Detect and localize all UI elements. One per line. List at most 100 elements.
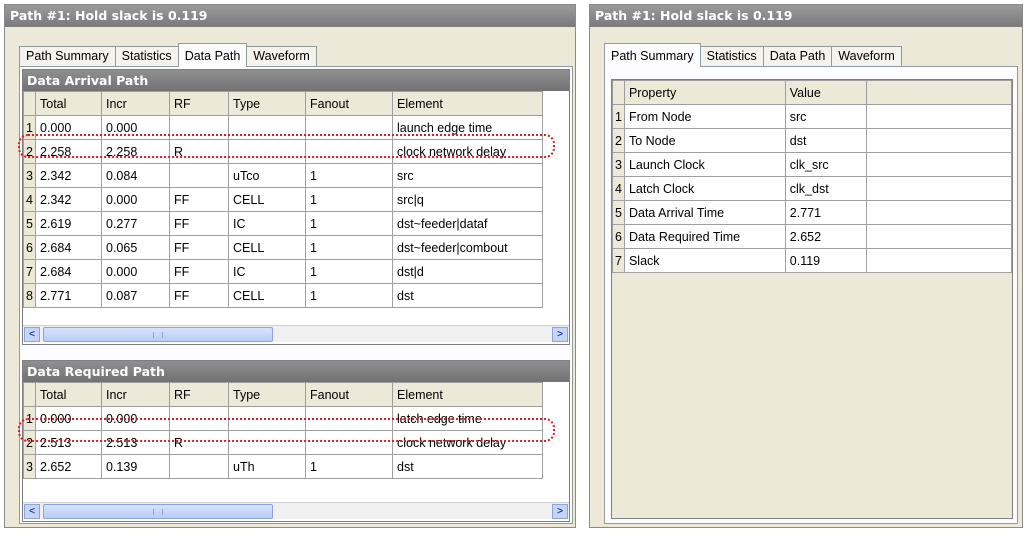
column-header-element[interactable]: Element: [392, 382, 543, 407]
incr-cell[interactable]: 0.139: [101, 454, 170, 479]
property-cell[interactable]: To Node: [623, 128, 786, 153]
scroll-right-button[interactable]: >: [552, 327, 568, 342]
type-cell[interactable]: IC: [228, 211, 306, 236]
incr-cell[interactable]: 0.000: [101, 187, 170, 212]
table-row[interactable]: 3 2.342 0.084 uTco 1 src: [23, 163, 543, 188]
element-cell[interactable]: src|q: [392, 187, 543, 212]
column-header-rf[interactable]: RF: [169, 91, 229, 116]
column-header-value[interactable]: Value: [784, 80, 867, 105]
tab-waveform[interactable]: Waveform: [831, 46, 902, 67]
table-row[interactable]: 1 From Node src: [612, 104, 1013, 129]
value-cell[interactable]: 2.771: [784, 200, 867, 225]
type-cell[interactable]: CELL: [228, 187, 306, 212]
type-cell[interactable]: CELL: [228, 283, 306, 308]
scroll-left-button[interactable]: <: [24, 327, 40, 342]
column-header-element[interactable]: Element: [392, 91, 543, 116]
fanout-cell[interactable]: 1: [305, 163, 393, 188]
rf-cell[interactable]: FF: [169, 187, 229, 212]
value-cell[interactable]: clk_dst: [784, 176, 867, 201]
column-header-property[interactable]: Property: [623, 80, 786, 105]
total-cell[interactable]: 2.684: [35, 235, 102, 260]
value-cell[interactable]: 0.119: [784, 248, 867, 273]
tab-statistics[interactable]: Statistics: [699, 46, 764, 67]
property-cell[interactable]: Data Arrival Time: [623, 200, 786, 225]
rf-cell[interactable]: FF: [169, 235, 229, 260]
table-row[interactable]: 3 Launch Clock clk_src: [612, 152, 1013, 177]
value-cell[interactable]: src: [784, 104, 867, 129]
total-cell[interactable]: 2.684: [35, 259, 102, 284]
incr-cell[interactable]: 0.000: [101, 259, 170, 284]
scroll-right-button[interactable]: >: [552, 504, 568, 519]
column-header-incr[interactable]: Incr: [101, 382, 170, 407]
column-header-type[interactable]: Type: [228, 91, 306, 116]
property-cell[interactable]: From Node: [623, 104, 786, 129]
fanout-cell[interactable]: 1: [305, 235, 393, 260]
table-row[interactable]: 7 Slack 0.119: [612, 248, 1013, 273]
type-cell[interactable]: CELL: [228, 235, 306, 260]
value-cell[interactable]: 2.652: [784, 224, 867, 249]
tab-statistics[interactable]: Statistics: [114, 46, 179, 67]
tab-data-path[interactable]: Data Path: [177, 43, 248, 67]
property-cell[interactable]: Slack: [623, 248, 786, 273]
fanout-cell[interactable]: 1: [305, 259, 393, 284]
scroll-thumb[interactable]: [43, 327, 273, 342]
column-header-rf[interactable]: RF: [169, 382, 229, 407]
column-header-fanout[interactable]: Fanout: [305, 382, 393, 407]
rf-cell[interactable]: [169, 454, 229, 479]
fanout-cell[interactable]: 1: [305, 454, 393, 479]
type-cell[interactable]: IC: [228, 259, 306, 284]
incr-cell[interactable]: 0.277: [101, 211, 170, 236]
tab-path-summary[interactable]: Path Summary: [604, 43, 701, 67]
total-cell[interactable]: 2.342: [35, 187, 102, 212]
column-header-incr[interactable]: Incr: [101, 91, 170, 116]
element-cell[interactable]: dst~feeder|combout: [392, 235, 543, 260]
table-row[interactable]: 5 Data Arrival Time 2.771: [612, 200, 1013, 225]
fanout-cell[interactable]: 1: [305, 187, 393, 212]
type-cell[interactable]: uTh: [228, 454, 306, 479]
table-row[interactable]: 2 To Node dst: [612, 128, 1013, 153]
scroll-left-button[interactable]: <: [24, 504, 40, 519]
total-cell[interactable]: 2.342: [35, 163, 102, 188]
tab-waveform[interactable]: Waveform: [246, 46, 317, 67]
table-row[interactable]: 4 2.342 0.000 FF CELL 1 src|q: [23, 187, 543, 212]
element-cell[interactable]: dst: [392, 283, 543, 308]
table-row[interactable]: 3 2.652 0.139 uTh 1 dst: [23, 454, 543, 479]
value-cell[interactable]: clk_src: [784, 152, 867, 177]
total-cell[interactable]: 2.619: [35, 211, 102, 236]
column-header-fanout[interactable]: Fanout: [305, 91, 393, 116]
tab-path-summary[interactable]: Path Summary: [19, 46, 116, 67]
table-row[interactable]: 4 Latch Clock clk_dst: [612, 176, 1013, 201]
incr-cell[interactable]: 0.065: [101, 235, 170, 260]
data-required-hscrollbar[interactable]: < >: [23, 502, 569, 519]
rf-cell[interactable]: FF: [169, 283, 229, 308]
total-cell[interactable]: 2.771: [35, 283, 102, 308]
fanout-cell[interactable]: 1: [305, 283, 393, 308]
element-cell[interactable]: dst|d: [392, 259, 543, 284]
element-cell[interactable]: src: [392, 163, 543, 188]
scroll-thumb[interactable]: [43, 504, 273, 519]
data-arrival-hscrollbar[interactable]: < >: [23, 325, 569, 342]
total-cell[interactable]: 2.652: [35, 454, 102, 479]
element-cell[interactable]: dst~feeder|dataf: [392, 211, 543, 236]
column-header-total[interactable]: Total: [35, 91, 102, 116]
fanout-cell[interactable]: 1: [305, 211, 393, 236]
table-row[interactable]: 6 2.684 0.065 FF CELL 1 dst~feeder|combout: [23, 235, 543, 260]
rf-cell[interactable]: [169, 163, 229, 188]
table-row[interactable]: 7 2.684 0.000 FF IC 1 dst|d: [23, 259, 543, 284]
value-cell[interactable]: dst: [784, 128, 867, 153]
table-row[interactable]: 6 Data Required Time 2.652: [612, 224, 1013, 249]
column-header-type[interactable]: Type: [228, 382, 306, 407]
column-header-total[interactable]: Total: [35, 382, 102, 407]
table-row[interactable]: 8 2.771 0.087 FF CELL 1 dst: [23, 283, 543, 308]
incr-cell[interactable]: 0.087: [101, 283, 170, 308]
incr-cell[interactable]: 0.084: [101, 163, 170, 188]
table-row[interactable]: 5 2.619 0.277 FF IC 1 dst~feeder|dataf: [23, 211, 543, 236]
property-cell[interactable]: Launch Clock: [623, 152, 786, 177]
tab-data-path[interactable]: Data Path: [762, 46, 833, 67]
element-cell[interactable]: dst: [392, 454, 543, 479]
property-cell[interactable]: Data Required Time: [623, 224, 786, 249]
property-cell[interactable]: Latch Clock: [623, 176, 786, 201]
rf-cell[interactable]: FF: [169, 211, 229, 236]
type-cell[interactable]: uTco: [228, 163, 306, 188]
rf-cell[interactable]: FF: [169, 259, 229, 284]
